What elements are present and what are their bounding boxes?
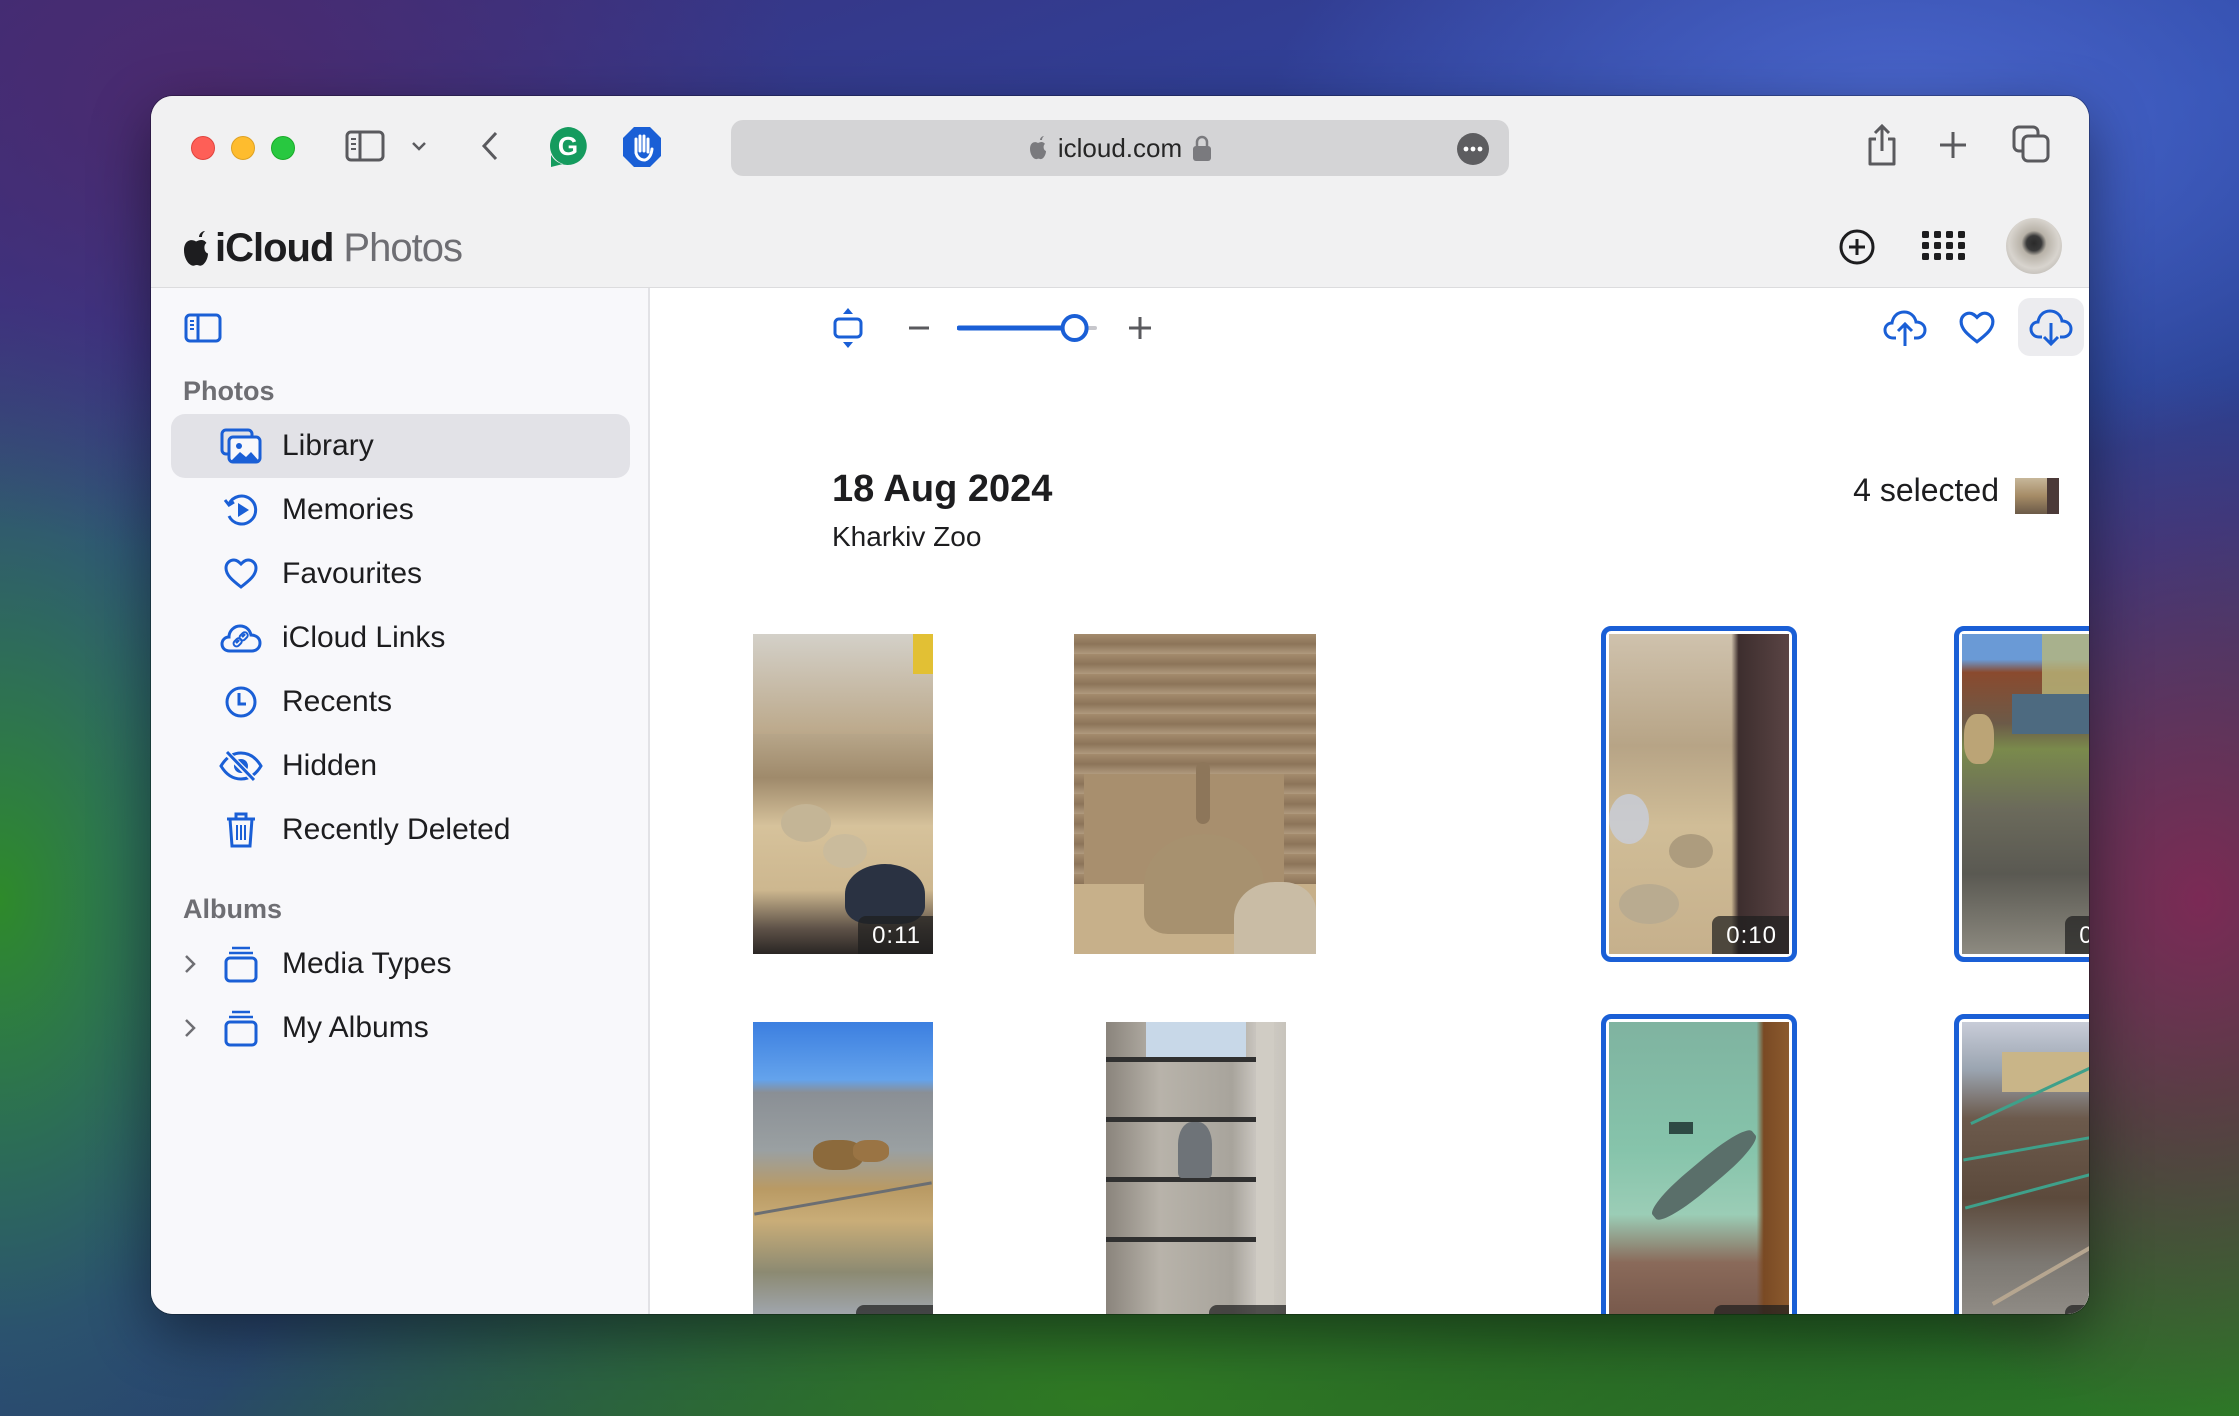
app-header: iCloud Photos	[151, 206, 2089, 288]
apple-site-icon	[1029, 136, 1046, 160]
sidebar-item-recently-deleted[interactable]: Recently Deleted	[171, 798, 630, 862]
zoom-in-button[interactable]	[1128, 316, 1152, 340]
photo-tile-selected[interactable]: 0:05	[1954, 626, 2089, 962]
sidebar-item-hidden[interactable]: Hidden	[171, 734, 630, 798]
photo-tile[interactable]	[1074, 634, 1316, 954]
aspect-ratio-icon	[833, 308, 863, 348]
sidebar-item-library[interactable]: Library	[171, 414, 630, 478]
video-thumbnail	[1106, 1022, 1286, 1314]
close-window-button[interactable]	[191, 136, 215, 160]
sidebar-toggle-icon[interactable]	[345, 129, 385, 163]
selection-preview-thumbnail[interactable]	[2015, 478, 2059, 514]
photo-tile[interactable]: 0:11	[753, 634, 933, 954]
date-title: 18 Aug 2024	[832, 468, 1053, 510]
sidebar: Photos Library Memories Favourites iClou…	[151, 288, 650, 1314]
location-label[interactable]: Kharkiv Zoo	[832, 521, 981, 553]
svg-text:G: G	[558, 131, 578, 161]
video-duration: 0:16	[2065, 1305, 2089, 1314]
chevron-right-icon[interactable]	[183, 1013, 203, 1043]
video-thumbnail	[1609, 1022, 1789, 1314]
video-thumbnail	[1609, 634, 1789, 954]
aspect-toggle-button[interactable]	[832, 306, 864, 350]
video-thumbnail	[753, 1022, 933, 1314]
app-logo[interactable]: iCloud Photos	[181, 226, 463, 271]
sidebar-item-memories[interactable]: Memories	[171, 478, 630, 542]
memories-icon	[219, 490, 263, 530]
sidebar-item-media-types[interactable]: Media Types	[171, 932, 630, 996]
url-text: icloud.com	[1057, 132, 1183, 163]
new-tab-icon[interactable]	[1937, 129, 1969, 161]
chevron-down-icon[interactable]	[409, 136, 429, 156]
zoom-slider-knob	[1060, 314, 1089, 342]
main-content: 18 Aug 2024 Kharkiv Zoo 4 selected 0:11	[652, 288, 2089, 1314]
sidebar-item-recents[interactable]: Recents	[171, 670, 630, 734]
browser-toolbar: G icloud.com	[151, 96, 2089, 206]
section-label-photos: Photos	[183, 376, 275, 406]
download-button[interactable]	[2018, 298, 2084, 356]
cloud-upload-icon	[1883, 310, 1927, 346]
photo-thumbnail	[1074, 634, 1316, 954]
brand-photos: Photos	[343, 226, 463, 270]
eye-slash-icon	[219, 746, 263, 786]
upload-button[interactable]	[1883, 308, 1927, 348]
back-button[interactable]	[477, 128, 503, 164]
video-thumbnail	[753, 634, 933, 954]
video-duration: 0:06	[1209, 1305, 1286, 1314]
clock-icon	[219, 682, 263, 722]
sidebar-item-my-albums[interactable]: My Albums	[171, 996, 630, 1060]
library-icon	[219, 426, 263, 466]
adblock-extension-icon[interactable]	[621, 125, 663, 169]
photo-tile-selected[interactable]: 0:10	[1601, 626, 1797, 962]
photo-tile[interactable]: 0:06	[1106, 1022, 1286, 1314]
apple-logo-icon	[184, 230, 208, 266]
photo-tile-selected[interactable]: 0:11	[1601, 1014, 1797, 1314]
photo-tile[interactable]: 0:06	[753, 1022, 933, 1314]
photo-tile-selected[interactable]: 0:16	[1954, 1014, 2089, 1314]
plus-icon	[1129, 317, 1151, 339]
browser-window: G icloud.com iCloud Photos Photos Librar…	[151, 96, 2089, 1314]
share-icon[interactable]	[1864, 122, 1900, 168]
grid-dots-icon	[1922, 231, 1965, 260]
page-menu-button[interactable]	[1457, 133, 1489, 165]
plus-circle-icon	[1839, 229, 1875, 265]
sidebar-item-icloud-links[interactable]: iCloud Links	[171, 606, 630, 670]
trash-icon	[219, 810, 263, 850]
video-duration: 0:11	[1714, 1305, 1789, 1314]
video-duration: 0:06	[856, 1305, 933, 1314]
ellipsis-icon	[1463, 146, 1483, 152]
favourite-button[interactable]	[1958, 310, 1996, 346]
video-duration: 0:11	[858, 916, 933, 954]
tab-overview-icon[interactable]	[2012, 125, 2050, 163]
selected-count: 4 selected	[1853, 472, 1999, 508]
lock-icon	[1193, 135, 1212, 161]
add-button[interactable]	[1838, 228, 1876, 266]
sidebar-item-favourites[interactable]: Favourites	[171, 542, 630, 606]
sidebar-collapse-icon[interactable]	[183, 312, 223, 344]
section-label-albums: Albums	[183, 894, 283, 924]
cloud-download-icon	[2029, 309, 2073, 347]
brand-icloud: iCloud	[215, 226, 334, 270]
heart-icon	[1959, 311, 1995, 344]
grammarly-extension-icon[interactable]: G	[547, 125, 589, 169]
zoom-out-button[interactable]	[908, 318, 930, 338]
video-duration: 0:05	[2065, 916, 2089, 954]
heart-icon	[219, 554, 263, 594]
user-avatar[interactable]	[2006, 218, 2062, 274]
video-thumbnail	[1962, 634, 2089, 954]
zoom-slider[interactable]	[957, 312, 1097, 344]
address-bar[interactable]: icloud.com	[731, 120, 1509, 176]
album-stack-icon	[219, 944, 263, 984]
chevron-right-icon[interactable]	[183, 949, 203, 979]
video-thumbnail	[1962, 1022, 2089, 1314]
album-stack-icon	[219, 1008, 263, 1048]
minimize-window-button[interactable]	[231, 136, 255, 160]
cloud-link-icon	[219, 618, 263, 658]
video-duration: 0:10	[1712, 916, 1789, 954]
app-launcher-button[interactable]	[1921, 230, 1965, 262]
zoom-window-button[interactable]	[271, 136, 295, 160]
minus-icon	[909, 326, 929, 330]
